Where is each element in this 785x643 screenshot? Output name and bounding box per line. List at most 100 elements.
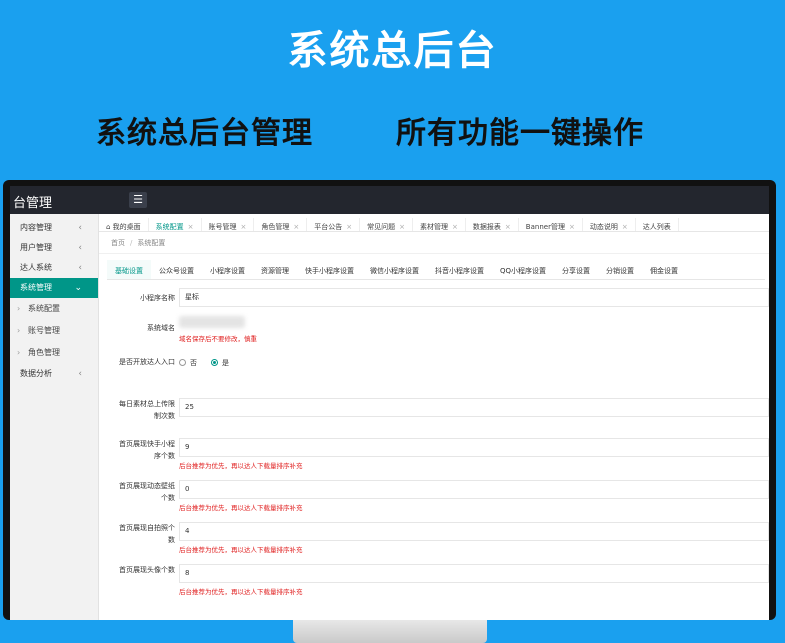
tab-system-config[interactable]: 系统配置 × [149,218,202,231]
sidebar-subitem-label: 系统配置 [28,304,60,313]
menu-toggle-icon[interactable]: ☰ [129,192,147,208]
settings-tab-commission[interactable]: 佣金设置 [642,260,686,279]
daily-upload-limit-input[interactable]: 25 [179,398,769,417]
form-label: 每日素材总上传限制次数 [119,400,175,420]
form-hint: 后台推荐为优先，再以达人下载量排序补充 [179,504,303,512]
top-bar: 台管理 ☰ [10,186,769,214]
form-hint: 后台推荐为优先，再以达人下载量排序补充 [179,546,303,554]
form-hint: 后台推荐为优先，再以达人下载量排序补充 [179,588,303,596]
chevron-left-icon: ‹ [78,263,82,273]
domain-value-blurred[interactable] [179,316,245,328]
tab-label: 常见问题 [367,223,396,231]
tab-label: 账号管理 [208,223,237,231]
close-icon[interactable]: × [241,223,247,231]
settings-tab-share[interactable]: 分享设置 [554,260,598,279]
sidebar-subitem-roles[interactable]: › 角色管理 [10,342,98,364]
breadcrumb-current: 系统配置 [137,239,166,247]
settings-tab-resources[interactable]: 资源管理 [253,260,297,279]
close-icon[interactable]: × [452,223,458,231]
close-icon[interactable]: × [505,223,511,231]
tab-label: 平台公告 [314,223,343,231]
radio-label: 否 [190,359,197,367]
form-label: 首页展现动态壁纸个数 [119,482,175,502]
chevron-left-icon: ‹ [78,243,82,253]
form-label: 是否开放达人入口 [119,358,175,366]
form-label: 首页展现快手小程序个数 [119,440,175,460]
sidebar-item-content[interactable]: 内容管理 ‹ [10,218,98,238]
hero-title: 系统总后台 [287,28,498,74]
breadcrumb-home[interactable]: 首页 [111,239,125,247]
brand-title: 台管理 [13,196,53,211]
breadcrumb: 首页 / 系统配置 [99,232,769,254]
radio-option-yes[interactable]: 是 [211,358,229,368]
chevron-left-icon: ‹ [78,369,82,379]
chevron-down-icon: ⌄ [74,283,82,293]
radio-label: 是 [222,359,229,367]
tab-desktop[interactable]: ⌂ 我的桌面 [99,218,149,231]
tab-reports[interactable]: 数据报表 × [466,218,519,231]
sidebar-item-label: 数据分析 [20,369,52,378]
close-icon[interactable]: × [188,223,194,231]
home-a-count-input[interactable]: 9 [179,438,769,457]
tab-label: 达人列表 [642,223,671,231]
sidebar-subitem-accounts[interactable]: › 账号管理 [10,320,98,342]
hero-subtitle-left: 系统总后台管理 [96,116,313,151]
sidebar-subitem-config[interactable]: › 系统配置 [10,298,98,320]
sidebar-item-system[interactable]: 系统管理 ⌄ [10,278,98,298]
miniprogram-name-input[interactable]: 星标 [179,288,769,307]
form-label: 系统域名 [147,324,175,332]
tab-accounts[interactable]: 账号管理 × [202,218,255,231]
tab-creators[interactable]: 达人列表 [636,218,679,231]
form-hint: 后台推荐为优先，再以达人下载量排序补充 [179,462,303,470]
sidebar-item-label: 系统管理 [20,283,52,292]
close-icon[interactable]: × [293,223,299,231]
form-label: 首页展现自拍照个数 [119,524,175,544]
settings-tab-douyin[interactable]: 抖音小程序设置 [427,260,492,279]
settings-tab-bar: 基础设置 公众号设置 小程序设置 资源管理 快手小程序设置 微信小程序设置 抖音小程序设置 Q… [107,258,765,280]
tab-dynamics[interactable]: 动态说明 × [583,218,636,231]
close-icon[interactable]: × [569,223,575,231]
tab-banner[interactable]: Banner管理 × [519,218,583,231]
tab-label: 素材管理 [420,223,449,231]
tab-announcements[interactable]: 平台公告 × [307,218,361,231]
close-icon[interactable]: × [399,223,405,231]
sidebar-subitem-label: 角色管理 [28,348,60,357]
tab-roles[interactable]: 角色管理 × [254,218,308,231]
settings-tab-wechat[interactable]: 微信小程序设置 [362,260,427,279]
admin-screen: 台管理 ☰ 内容管理 ‹ 用户管理 ‹ 达人系统 ‹ 系统管理 ⌄ › 系统配置… [10,186,769,620]
chevron-right-icon: › [17,348,21,357]
tab-label: ⌂ 我的桌面 [106,223,141,231]
form-label: 首页展现头像个数 [119,566,175,574]
chevron-left-icon: ‹ [78,223,82,233]
home-b-count-input[interactable]: 0 [179,480,769,499]
sidebar-item-label: 用户管理 [20,243,52,252]
sidebar-item-users[interactable]: 用户管理 ‹ [10,238,98,258]
home-c-count-input[interactable]: 4 [179,522,769,541]
sidebar-subitem-label: 账号管理 [28,326,60,335]
sidebar-item-label: 达人系统 [20,263,52,272]
sidebar-item-label: 内容管理 [20,223,52,232]
sidebar: 内容管理 ‹ 用户管理 ‹ 达人系统 ‹ 系统管理 ⌄ › 系统配置 › 账号管… [10,214,99,620]
chevron-right-icon: › [17,304,21,313]
settings-tab-kuaishou[interactable]: 快手小程序设置 [297,260,362,279]
settings-tab-official-account[interactable]: 公众号设置 [151,260,202,279]
main-content: ⌂ 我的桌面 系统配置 × 账号管理 × 角色管理 × 平台公告 × 常见问题 × 素材管理 × 数据报表… [99,214,769,620]
chevron-right-icon: › [17,326,21,335]
tab-label: 数据报表 [472,223,501,231]
settings-tab-distribution[interactable]: 分销设置 [598,260,642,279]
tab-label: Banner管理 [525,223,565,231]
tab-label: 角色管理 [261,223,290,231]
home-d-count-input[interactable]: 8 [179,564,769,583]
tab-materials[interactable]: 素材管理 × [413,218,466,231]
close-icon[interactable]: × [622,223,628,231]
tab-label: 动态说明 [589,223,618,231]
monitor-stand [293,620,487,643]
sidebar-item-analytics[interactable]: 数据分析 ‹ [10,364,98,384]
close-icon[interactable]: × [346,223,352,231]
radio-option-no[interactable]: 否 [179,358,197,368]
settings-tab-qq[interactable]: QQ小程序设置 [492,260,554,279]
settings-tab-basic[interactable]: 基础设置 [107,260,151,279]
settings-tab-miniprogram[interactable]: 小程序设置 [202,260,253,279]
tab-faq[interactable]: 常见问题 × [360,218,414,231]
sidebar-item-creators[interactable]: 达人系统 ‹ [10,258,98,278]
